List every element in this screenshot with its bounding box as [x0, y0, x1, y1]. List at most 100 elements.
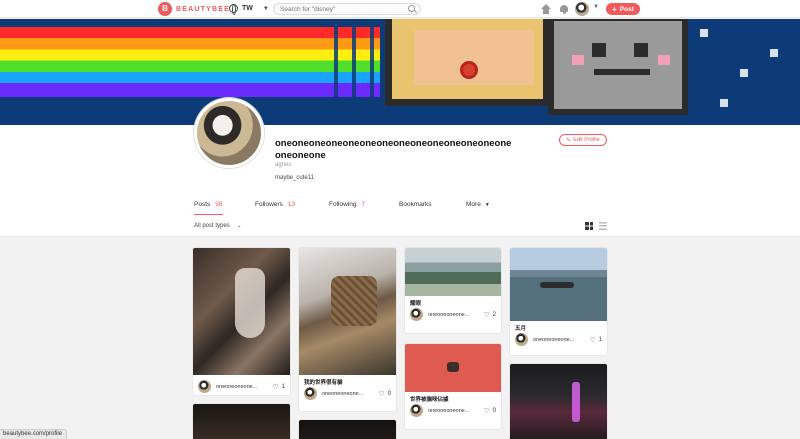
search-input[interactable] [273, 3, 421, 15]
chevron-down-icon[interactable]: ▼ [593, 4, 599, 10]
profile-bio: maybe_cute11 [275, 175, 314, 181]
tab-label: Following [329, 201, 357, 208]
post-card[interactable]: 五月 oneoneoneone... ♡ 1 [510, 248, 607, 355]
post-type-filter[interactable]: All post types ⌄ [194, 222, 242, 230]
logo[interactable]: B BEAUTYBEE [158, 2, 230, 16]
author-name[interactable]: oneoneoneone... [428, 312, 483, 318]
author-name[interactable]: oneoneoneone... [322, 391, 378, 397]
banner-cat-eye [634, 43, 648, 57]
filter-label: All post types [194, 222, 230, 229]
like-count: 0 [387, 390, 391, 397]
like-count: 0 [492, 407, 496, 414]
tab-posts[interactable]: Posts 98 [194, 199, 223, 215]
post-grid: oneoneoneone... ♡ 1 我的世界很有貓 oneoneoneone… [0, 238, 800, 439]
profile-tabs: Posts 98 Followers 13 Following 7 Bookmarks… [0, 199, 800, 215]
profile-username: oneoneoneoneoneoneoneoneoneoneoneoneoneo… [275, 138, 512, 161]
post-meta: oneoneoneone... ♡ 2 [405, 306, 501, 323]
banner-rainbow [0, 27, 380, 97]
search-icon[interactable] [408, 5, 415, 12]
profile-avatar[interactable] [194, 98, 264, 168]
post-button[interactable]: + Post [606, 3, 640, 15]
user-avatar[interactable] [575, 2, 589, 16]
plus-icon: + [612, 4, 617, 14]
tab-followers[interactable]: Followers 13 [255, 199, 295, 215]
heart-icon[interactable]: ♡ [378, 390, 384, 398]
post-card[interactable] [193, 404, 290, 439]
author-avatar[interactable] [515, 333, 528, 346]
tab-bookmarks[interactable]: Bookmarks [399, 199, 432, 215]
chevron-down-icon: ▼ [262, 5, 269, 12]
post-card[interactable]: 世界被貓咪佔據 oneoneoneone... ♡ 0 [405, 344, 501, 429]
bell-icon[interactable] [559, 4, 569, 14]
author-avatar[interactable] [304, 387, 317, 400]
tab-more[interactable]: More ▼ [466, 199, 490, 215]
post-caption: 五月 [515, 326, 527, 332]
post-caption: 我的世界很有貓 [304, 380, 343, 386]
region-selector[interactable]: TW ▼ [229, 4, 269, 15]
post-image[interactable] [510, 248, 607, 321]
post-meta: oneoneoneone... ♡ 0 [299, 385, 396, 402]
author-avatar[interactable] [410, 404, 423, 417]
heart-icon[interactable]: ♡ [483, 311, 489, 319]
pencil-icon: ✎ [566, 137, 572, 144]
post-label: Post [619, 5, 634, 13]
edit-profile-label: Edit Profile [573, 137, 600, 143]
globe-icon [229, 4, 238, 15]
list-view-icon[interactable] [599, 222, 607, 230]
author-avatar[interactable] [410, 308, 423, 321]
profile-banner [0, 19, 800, 125]
filter-row: All post types ⌄ [0, 219, 800, 235]
logo-text: BEAUTYBEE [176, 5, 230, 13]
banner-cat-eye [592, 43, 606, 57]
post-card[interactable]: 我的世界很有貓 oneoneoneone... ♡ 0 [299, 248, 396, 411]
banner-cat-cheek [658, 55, 670, 65]
author-avatar[interactable] [198, 380, 211, 393]
profile-handle: agnes [275, 162, 292, 168]
post-caption: 世界被貓咪佔據 [410, 397, 449, 403]
post-image[interactable] [299, 248, 396, 375]
tab-label: Bookmarks [399, 201, 432, 208]
banner-cat-cheek [572, 55, 584, 65]
tab-count: 13 [287, 201, 296, 208]
banner-cat-head [548, 19, 688, 115]
post-image[interactable] [405, 344, 501, 392]
tab-following[interactable]: Following 7 [329, 199, 365, 215]
banner-cat-body [385, 19, 550, 106]
top-navigation: B BEAUTYBEE TW ▼ ▼ + Post [0, 0, 800, 18]
like-count: 1 [598, 336, 602, 343]
tab-label: More [466, 201, 481, 208]
edit-profile-button[interactable]: ✎ Edit Profile [559, 134, 607, 146]
post-card[interactable]: oneoneoneone... ♡ 1 [193, 248, 290, 395]
banner-cat-mouth [594, 69, 650, 75]
post-image[interactable] [299, 420, 396, 439]
caret-down-icon: ▼ [484, 202, 490, 208]
author-name[interactable]: oneoneoneone... [216, 384, 272, 390]
post-card[interactable] [299, 420, 396, 439]
banner-cat-inner [392, 19, 543, 99]
tab-label: Posts [194, 201, 211, 208]
post-caption: 耀眼 [410, 301, 422, 307]
post-card[interactable]: 耀眼 oneoneoneone... ♡ 2 [405, 248, 501, 333]
heart-icon[interactable]: ♡ [272, 383, 278, 391]
post-meta: oneoneoneone... ♡ 0 [405, 402, 501, 419]
post-meta: oneoneoneone... ♡ 1 [510, 331, 607, 348]
author-name[interactable]: oneoneoneone... [428, 408, 483, 414]
like-count: 2 [492, 311, 496, 318]
home-icon[interactable] [541, 4, 551, 14]
heart-icon[interactable]: ♡ [589, 336, 595, 344]
logo-icon: B [158, 2, 172, 16]
banner-cat-spot [460, 61, 478, 79]
tab-count: 7 [361, 201, 366, 208]
post-card[interactable] [510, 364, 607, 439]
tab-label: Followers [255, 201, 283, 208]
author-name[interactable]: oneoneoneone... [533, 337, 589, 343]
grid-view-icon[interactable] [585, 222, 593, 230]
post-image[interactable] [193, 404, 290, 439]
post-image[interactable] [193, 248, 290, 375]
heart-icon[interactable]: ♡ [483, 407, 489, 415]
post-meta: oneoneoneone... ♡ 1 [193, 378, 290, 395]
post-image[interactable] [510, 364, 607, 439]
post-image[interactable] [405, 248, 501, 296]
chevron-down-icon: ⌄ [236, 223, 242, 229]
status-bar-url: beautybee.com/profile [0, 429, 68, 439]
